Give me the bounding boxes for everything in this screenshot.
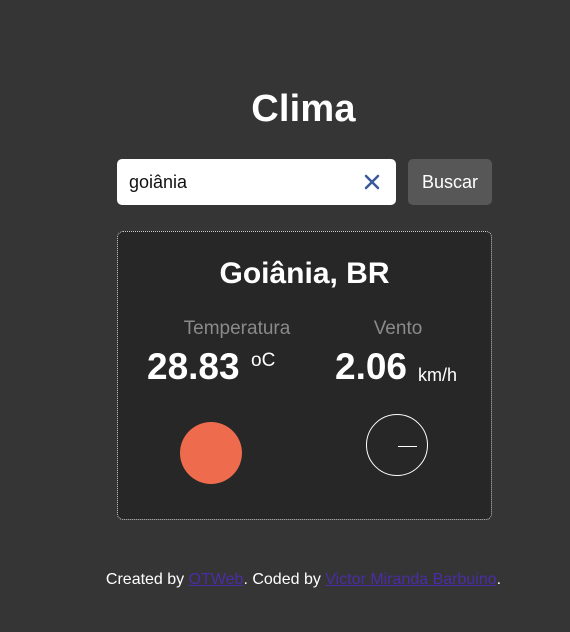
wind-label: Vento <box>373 318 423 339</box>
close-icon[interactable] <box>362 171 382 193</box>
footer-prefix: Created by <box>105 571 189 588</box>
search-field[interactable] <box>117 159 396 205</box>
city-name: Goiânia, BR <box>219 257 390 290</box>
wind-direction-icon <box>366 414 428 476</box>
search-input[interactable] <box>117 159 357 205</box>
footer-middle: . Coded by <box>243 571 326 588</box>
weather-app: Clima Buscar Goiânia, BR Temperatura 28.… <box>0 0 570 632</box>
temperature-unit: oC <box>251 350 276 371</box>
temperature-indicator <box>180 422 242 484</box>
footer: Created by OTWeb. Coded by Victor Mirand… <box>0 571 570 589</box>
creator-link[interactable]: OTWeb <box>189 571 244 588</box>
wind-unit: km/h <box>418 365 458 385</box>
weather-card: Goiânia, BR Temperatura 28.83 oC Vento 2… <box>117 231 492 520</box>
page-title: Clima <box>251 88 356 130</box>
temperature-label: Temperatura <box>183 318 291 339</box>
wind-value: 2.06 <box>335 346 408 387</box>
coder-link[interactable]: Victor Miranda Barbuino <box>325 571 496 588</box>
search-button[interactable]: Buscar <box>408 159 492 205</box>
wind-needle <box>398 446 417 447</box>
temperature-value: 28.83 <box>147 346 240 387</box>
footer-suffix: . <box>496 571 502 588</box>
